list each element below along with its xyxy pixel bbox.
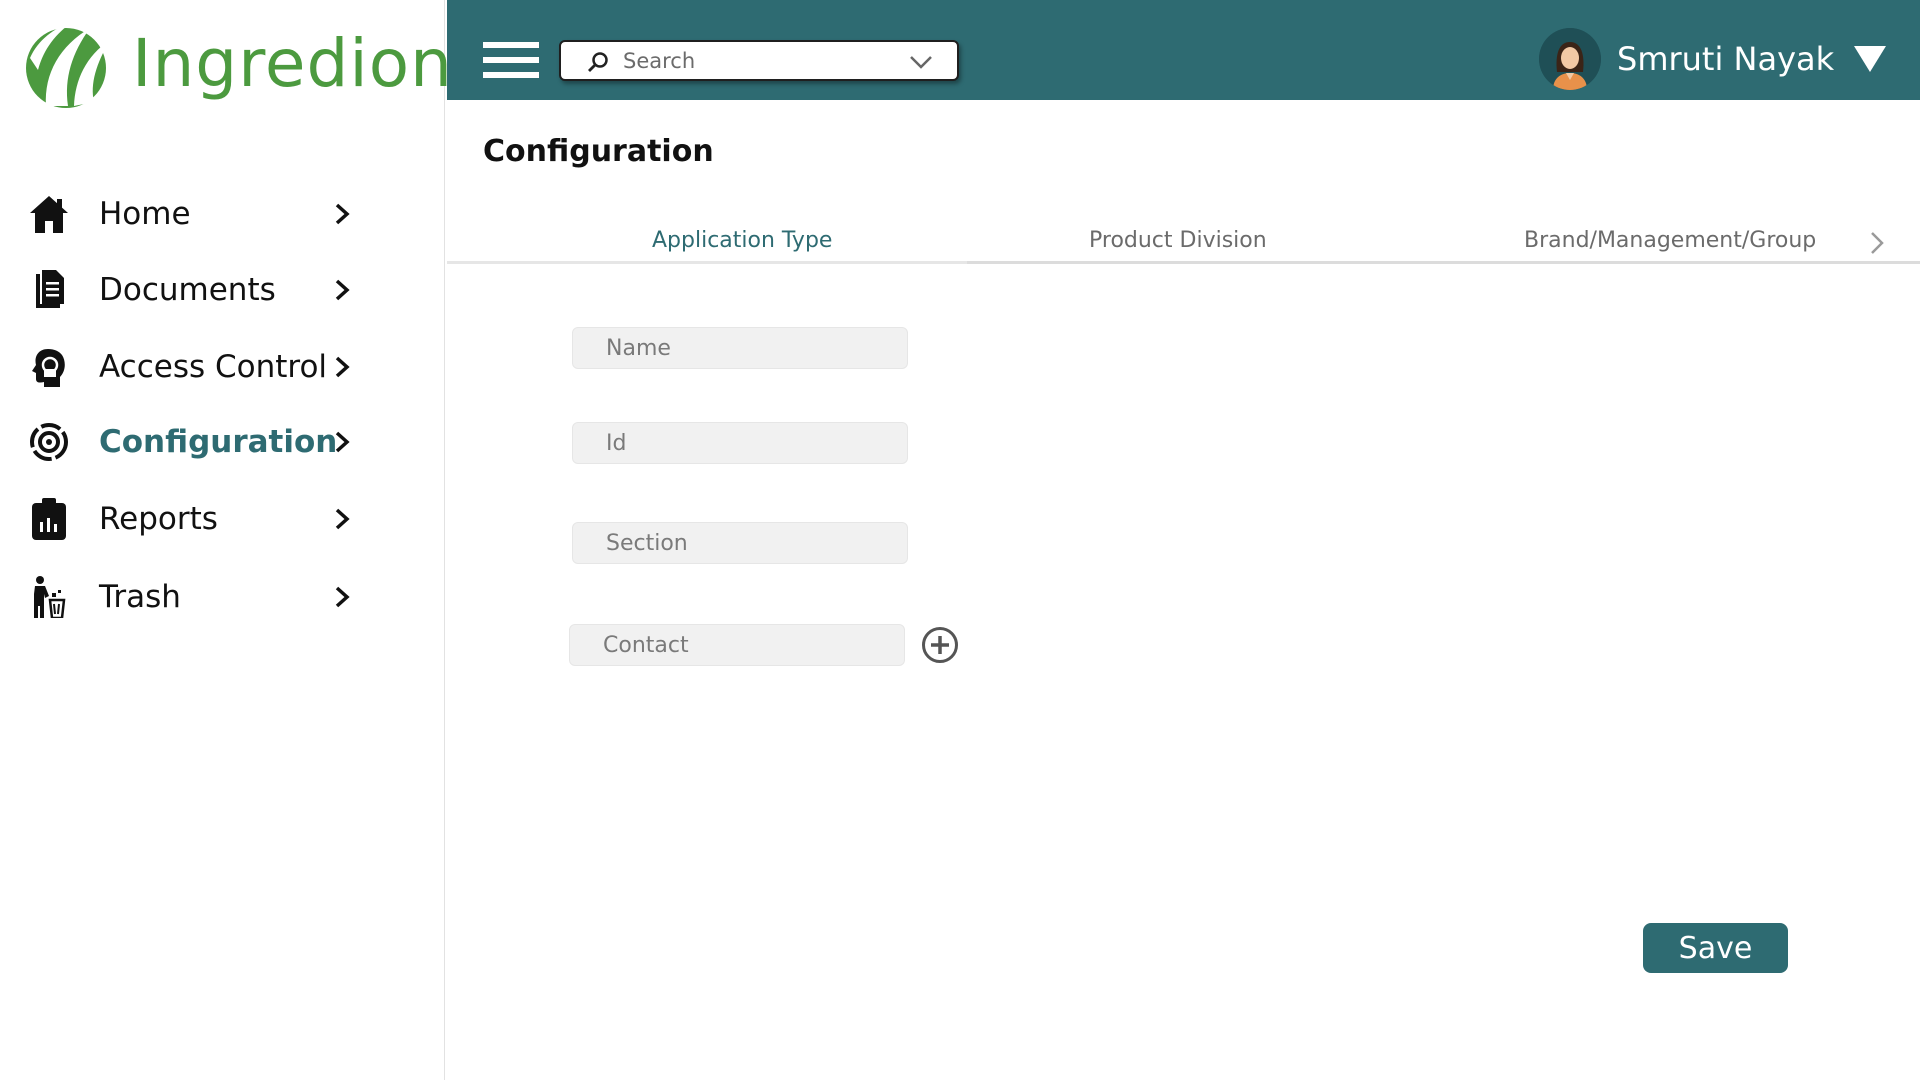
search-box[interactable] (559, 40, 959, 81)
home-icon (26, 191, 72, 237)
configuration-icon (26, 419, 72, 465)
avatar[interactable] (1539, 28, 1601, 90)
id-input[interactable] (573, 423, 907, 463)
sidebar-item-label: Configuration (99, 424, 338, 460)
name-input[interactable] (573, 328, 907, 368)
user-avatar-icon (1539, 28, 1601, 90)
access-control-icon (26, 344, 72, 390)
brand-logo[interactable]: Ingredion (20, 18, 453, 110)
sidebar-item-label: Trash (99, 579, 181, 615)
contact-input[interactable] (570, 625, 904, 665)
tab-application-type[interactable]: Application Type (652, 228, 832, 253)
sidebar-item-access-control[interactable]: Access Control (0, 339, 445, 395)
add-contact-icon[interactable] (921, 626, 959, 664)
tab-product-division[interactable]: Product Division (1089, 228, 1267, 253)
chevron-right-icon[interactable] (1867, 230, 1887, 256)
sidebar-item-label: Home (99, 196, 191, 232)
chevron-right-icon (335, 203, 350, 225)
sidebar: Ingredion Home Documents Access Control (0, 0, 452, 1080)
caret-down-icon[interactable] (1852, 44, 1888, 74)
search-input[interactable] (623, 46, 903, 76)
sidebar-item-configuration[interactable]: Configuration (0, 414, 445, 470)
chevron-right-icon (335, 279, 350, 301)
chevron-down-icon[interactable] (909, 54, 933, 70)
tab-brand-management-group[interactable]: Brand/Management/Group (1524, 228, 1816, 253)
section-field[interactable] (572, 522, 908, 564)
brand-name: Ingredion (132, 25, 453, 102)
search-icon (588, 52, 608, 72)
top-header: Smruti Nayak (447, 0, 1920, 100)
save-button[interactable]: Save (1643, 923, 1788, 973)
sidebar-item-label: Documents (99, 272, 276, 308)
user-name: Smruti Nayak (1617, 40, 1835, 78)
menu-icon[interactable] (483, 42, 539, 82)
section-input[interactable] (573, 523, 907, 563)
contact-field[interactable] (569, 624, 905, 666)
sidebar-item-home[interactable]: Home (0, 186, 445, 242)
chevron-right-icon (335, 431, 350, 453)
sidebar-item-reports[interactable]: Reports (0, 491, 445, 547)
chevron-right-icon (335, 356, 350, 378)
sidebar-item-label: Reports (99, 501, 218, 537)
name-field[interactable] (572, 327, 908, 369)
id-field[interactable] (572, 422, 908, 464)
tab-bar: Application Type Product Division Brand/… (447, 222, 1920, 264)
trash-icon (26, 574, 72, 620)
page-title: Configuration (483, 134, 714, 169)
user-menu[interactable]: Smruti Nayak (1539, 28, 1888, 90)
chevron-right-icon (335, 508, 350, 530)
sidebar-item-trash[interactable]: Trash (0, 569, 445, 625)
logo-leaf-icon (26, 22, 110, 108)
sidebar-item-label: Access Control (99, 349, 328, 385)
sidebar-item-documents[interactable]: Documents (0, 262, 445, 318)
chevron-right-icon (335, 586, 350, 608)
tab-active-indicator (447, 261, 967, 264)
documents-icon (26, 267, 72, 313)
reports-icon (26, 496, 72, 542)
